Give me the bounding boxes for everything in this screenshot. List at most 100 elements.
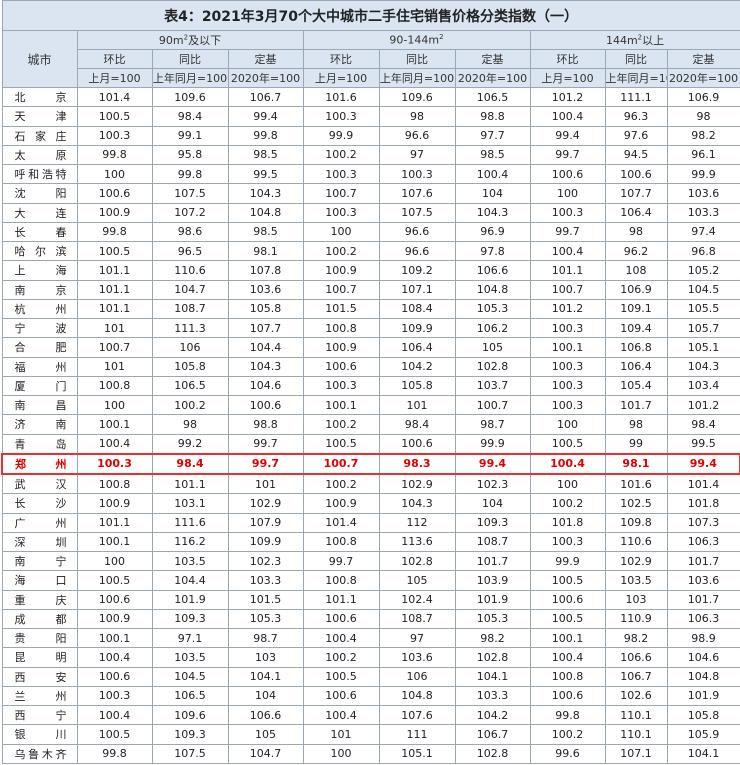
index-value-cell: 107.5 xyxy=(378,202,456,223)
index-value-cell: 104.4 xyxy=(227,337,304,358)
index-value-cell: 96.3 xyxy=(604,106,668,127)
index-value-cell: 100.8 xyxy=(302,531,380,553)
index-value-cell: 104.6 xyxy=(666,647,740,668)
index-value-cell: 97 xyxy=(378,144,456,166)
table-row: 海口 100.5 104.4 103.3 100.8 105 103.9 100.5 103.5… xyxy=(1,570,740,591)
index-value-cell: 99.9 xyxy=(302,125,380,146)
base-prev-year: 上年同月=100 xyxy=(151,68,229,88)
index-value-cell: 107.8 xyxy=(227,260,304,281)
index-value-cell: 104.8 xyxy=(454,279,531,300)
index-value-cell: 105.8 xyxy=(151,356,229,377)
index-value-cell: 103.3 xyxy=(227,570,304,591)
index-value-cell: 110.9 xyxy=(604,608,668,630)
index-value-cell: 104.3 xyxy=(227,183,304,204)
index-value-cell: 108.4 xyxy=(378,298,456,320)
index-value-cell: 100.2 xyxy=(302,647,380,668)
index-value-cell: 100.6 xyxy=(378,433,456,455)
index-value-cell: 100.5 xyxy=(76,240,153,262)
index-value-cell: 106 xyxy=(151,337,229,358)
index-value-cell: 105.8 xyxy=(666,704,740,726)
index-value-cell: 98 xyxy=(378,106,456,127)
index-value-cell: 100.3 xyxy=(529,317,606,339)
index-value-cell: 98.4 xyxy=(151,106,229,127)
index-value-cell: 100.1 xyxy=(76,627,153,649)
index-value-cell: 100.4 xyxy=(302,627,380,649)
index-value-cell: 98 xyxy=(604,414,668,435)
table-row: 西宁 100.4 109.6 106.6 100.4 107.6 104.2 99.8 110.… xyxy=(1,704,740,726)
index-value-cell: 98.5 xyxy=(227,221,304,243)
index-value-cell: 106.3 xyxy=(666,608,740,630)
index-value-cell: 100.2 xyxy=(529,493,606,514)
index-value-cell: 100.6 xyxy=(227,394,304,416)
table-row: 济南 100.1 98 98.8 100.2 98.4 98.7 100 98 98.4 xyxy=(1,414,740,435)
group-header-small: 90m2及以下 xyxy=(76,30,304,50)
index-value-cell: 100.6 xyxy=(302,608,380,630)
index-value-cell: 108.7 xyxy=(378,608,456,630)
index-value-cell: 100.3 xyxy=(529,375,606,397)
index-value-cell: 106.4 xyxy=(378,337,456,358)
index-value-cell: 101.9 xyxy=(454,589,531,610)
city-name-cell: 西安 xyxy=(1,666,78,687)
table-row: 南昌 100 100.2 100.6 100.1 101 100.7 100.3 101.7 10… xyxy=(1,394,740,416)
index-value-cell: 102.5 xyxy=(604,493,668,514)
table-row: 西安 100.6 104.5 104.1 100.5 106 104.1 100.8 106.7… xyxy=(1,666,740,687)
index-value-cell: 107.5 xyxy=(151,743,229,764)
index-value-cell: 105.3 xyxy=(454,298,531,320)
index-value-cell: 107.5 xyxy=(151,183,229,204)
index-value-cell: 98 xyxy=(666,106,740,127)
index-value-cell: 100 xyxy=(76,394,153,416)
index-value-cell: 109.2 xyxy=(378,260,456,281)
index-value-cell: 100.9 xyxy=(302,260,380,281)
index-value-cell: 111.1 xyxy=(604,86,668,108)
index-value-cell: 106.4 xyxy=(604,356,668,377)
index-value-cell: 98 xyxy=(604,221,668,243)
city-name-cell: 济南 xyxy=(1,414,78,435)
index-value-cell: 111.3 xyxy=(151,317,229,339)
index-value-cell: 104.7 xyxy=(227,743,304,764)
index-value-cell: 100.3 xyxy=(529,202,606,223)
index-value-cell: 109.9 xyxy=(378,317,456,339)
index-value-cell: 106.7 xyxy=(604,666,668,687)
subcol-yoy: 同比 xyxy=(151,49,229,69)
index-value-cell: 96.1 xyxy=(666,144,740,166)
index-value-cell: 111.6 xyxy=(151,512,229,533)
index-value-cell: 99.2 xyxy=(151,433,229,455)
index-value-cell: 105.5 xyxy=(666,298,740,320)
index-value-cell: 96.9 xyxy=(454,221,531,243)
index-value-cell: 105.2 xyxy=(666,260,740,281)
index-value-cell: 99.7 xyxy=(529,144,606,166)
index-value-cell: 106 xyxy=(378,666,456,687)
index-value-cell: 100.3 xyxy=(529,394,606,416)
index-value-cell: 104.1 xyxy=(227,666,304,687)
index-value-cell: 96.6 xyxy=(378,221,456,243)
index-value-cell: 100.3 xyxy=(302,202,380,223)
subcol-fixed: 定基 xyxy=(666,49,740,69)
index-value-cell: 99.5 xyxy=(666,433,740,455)
index-value-cell: 107.6 xyxy=(378,183,456,204)
table-row: 深圳 100.1 116.2 109.9 100.8 113.6 108.7 100.3 110… xyxy=(1,531,740,553)
index-value-cell: 100.6 xyxy=(76,589,153,610)
index-value-cell: 101 xyxy=(227,473,304,495)
table-row: 兰州 100.3 106.5 104 100.6 104.8 103.3 100.6 102.6… xyxy=(1,685,740,707)
base-prev-month: 上月=100 xyxy=(529,68,606,88)
index-value-cell: 100.5 xyxy=(76,570,153,591)
index-value-cell: 107.7 xyxy=(604,183,668,204)
city-name-cell: 南京 xyxy=(1,279,78,300)
table-row: 大连 100.9 107.2 104.8 100.3 107.5 104.3 100.3 106… xyxy=(1,202,740,223)
index-value-cell: 109.1 xyxy=(604,298,668,320)
index-value-cell: 103 xyxy=(604,589,668,610)
index-value-cell: 103.5 xyxy=(151,550,229,572)
price-index-table-container: 表4：2021年3月70个大中城市二手住宅销售价格分类指数（一） 城市 90m2… xyxy=(1,0,740,764)
index-value-cell: 100.8 xyxy=(302,317,380,339)
index-value-cell: 105 xyxy=(454,337,531,358)
index-value-cell: 101.7 xyxy=(666,550,740,572)
index-value-cell: 109.8 xyxy=(604,512,668,533)
index-value-cell: 96.5 xyxy=(151,240,229,262)
index-value-cell: 100.9 xyxy=(76,608,153,630)
base-prev-year: 上年同月=100 xyxy=(378,68,456,88)
index-value-cell: 104.2 xyxy=(454,704,531,726)
index-value-cell: 97.4 xyxy=(666,221,740,243)
index-value-cell: 100.7 xyxy=(302,183,380,204)
index-value-cell: 99.7 xyxy=(227,452,304,476)
city-name-cell: 北京 xyxy=(1,86,78,108)
